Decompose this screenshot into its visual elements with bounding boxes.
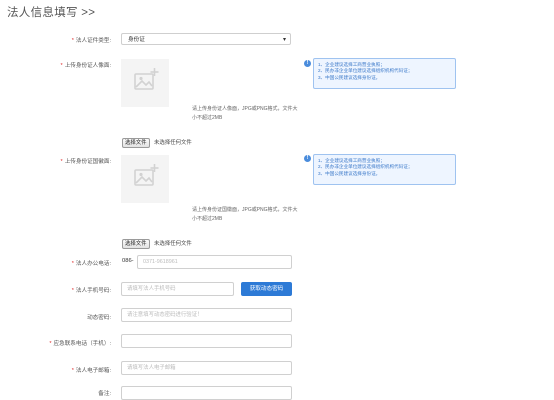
office-phone-prefix: 086- (122, 258, 134, 264)
page-title: 法人信息填写 >> (7, 7, 96, 19)
tip-panel: 1、企业建议选择工商营业执照； 2、民办非企业单位建议选择组织机构代码证； 3、… (313, 58, 456, 89)
office-phone-placeholder: 0371-9618961 (143, 259, 178, 265)
required-star: * (71, 261, 74, 267)
email-label-text: 法人电子邮箱: (75, 368, 111, 374)
emergency-phone-label-text: 应急联系电话（手机）: (53, 341, 112, 347)
email-input[interactable]: 请填写法人电子邮箱 (121, 361, 292, 375)
remark-label: 备注: (98, 391, 111, 397)
get-verify-code-button[interactable]: 获取动态密码 (241, 282, 292, 296)
id-type-select-value: 身份证 (128, 37, 145, 43)
id-back-file-picker: 选择文件 未选择任何文件 (122, 232, 192, 250)
id-back-choose-file-button[interactable]: 选择文件 (122, 239, 150, 249)
verify-code-placeholder: 请注意填写动态密码进行验证！ (127, 312, 203, 318)
id-front-label: * 上传身份证人像面: (61, 61, 112, 69)
chevron-down-icon: ▾ (282, 37, 286, 43)
id-back-file-status: 未选择任何文件 (154, 241, 192, 247)
tip-line: 3、中国公民建议选择身份证。 (318, 170, 381, 176)
image-placeholder-icon (134, 164, 159, 186)
id-type-select[interactable]: 身份证 ▾ (121, 33, 291, 45)
id-front-choose-file-button[interactable]: 选择文件 (122, 138, 150, 148)
required-star: * (71, 288, 74, 294)
id-front-hint: 请上传身份证人像面，JPG或PNG格式，文件大小不超过2MB (192, 106, 298, 121)
info-icon: ! (304, 60, 311, 67)
id-back-label-text: 上传身份证国徽面: (64, 159, 111, 165)
emergency-phone-input[interactable] (121, 334, 292, 348)
tip-panel: 1、企业建议选择工商营业执照； 2、民办非企业单位建议选择组织机构代码证； 3、… (313, 154, 456, 185)
office-phone-input[interactable]: 0371-9618961 (137, 255, 292, 269)
email-placeholder: 请填写法人电子邮箱 (127, 365, 176, 371)
id-type-label-text: 法人证件类型: (75, 38, 111, 44)
emergency-phone-label: * 应急联系电话（手机）: (49, 339, 111, 347)
id-front-file-status: 未选择任何文件 (154, 140, 192, 146)
required-star: * (71, 38, 74, 44)
required-star: * (60, 63, 63, 69)
info-icon: ! (304, 155, 311, 162)
id-type-label: * 法人证件类型: (72, 36, 111, 44)
office-phone-label: * 法人办公电话: (72, 259, 111, 267)
required-star: * (71, 368, 74, 374)
image-placeholder-icon (134, 68, 159, 90)
required-star: * (49, 341, 52, 347)
tip-line: 3、中国公民建议选择身份证。 (318, 74, 381, 80)
verify-code-label: 动态密码: (87, 315, 111, 321)
mobile-input[interactable]: 请填写法人手机号码 (121, 282, 234, 296)
office-phone-label-text: 法人办公电话: (75, 261, 111, 267)
mobile-label-text: 法人手机号码: (75, 288, 111, 294)
id-front-upload-preview[interactable] (121, 59, 169, 107)
verify-code-input[interactable]: 请注意填写动态密码进行验证！ (121, 308, 292, 322)
id-front-label-text: 上传身份证人像面: (64, 63, 111, 69)
required-star: * (60, 159, 63, 165)
remark-input[interactable] (121, 386, 292, 400)
email-label: * 法人电子邮箱: (72, 366, 111, 374)
id-back-label: * 上传身份证国徽面: (61, 157, 112, 165)
id-back-upload-preview[interactable] (121, 155, 169, 203)
id-front-file-picker: 选择文件 未选择任何文件 (122, 131, 192, 149)
id-back-hint: 请上传身份证国徽面，JPG或PNG格式，文件大小不超过2MB (192, 207, 298, 222)
mobile-placeholder: 请填写法人手机号码 (127, 286, 176, 292)
mobile-label: * 法人手机号码: (72, 286, 111, 294)
